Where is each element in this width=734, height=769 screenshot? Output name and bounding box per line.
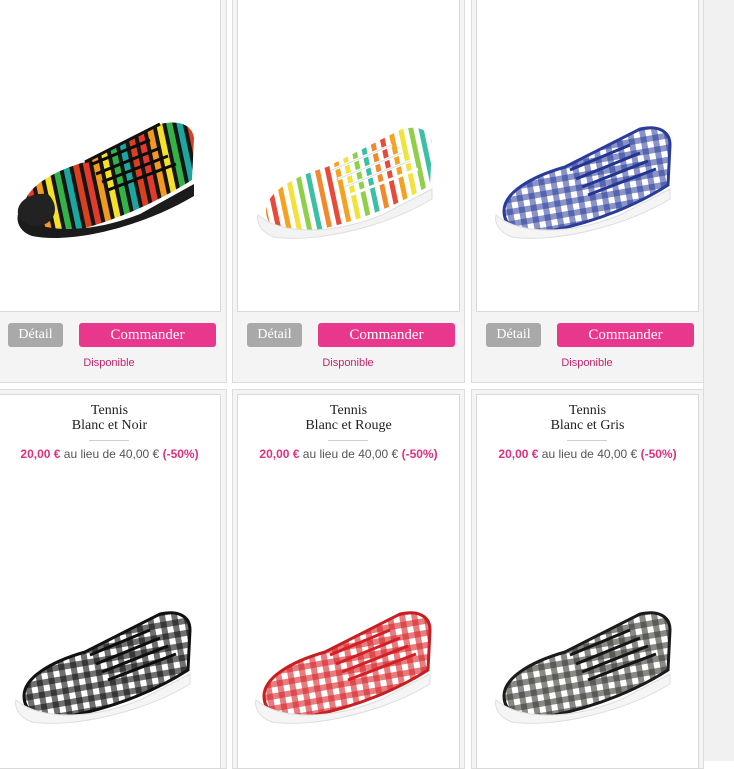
pastel-stripe-sneaker[interactable] (252, 115, 442, 245)
price-line: 20,00 € au lieu de 40,00 € (-50%) (0, 447, 221, 461)
gray-gingham-sneaker[interactable] (490, 600, 680, 730)
detail-button[interactable]: Détail (486, 323, 541, 347)
instead-of-label: au lieu de (302, 447, 355, 461)
product-name: Tennis (329, 403, 368, 418)
availability-status: Disponible (322, 357, 374, 369)
product-variant: Blanc et Rouge (305, 418, 392, 433)
product-title: Tennis Blanc et Noir (0, 403, 221, 433)
blue-gingham-sneaker[interactable] (490, 115, 680, 245)
product-title: Tennis Blanc et Gris (476, 403, 699, 433)
black-gingham-sneaker[interactable] (10, 600, 200, 730)
availability-status: Disponible (83, 357, 135, 369)
instead-of-label: au lieu de (63, 447, 116, 461)
price-line: 20,00 € au lieu de 40,00 € (-50%) (476, 447, 699, 461)
title-divider (328, 440, 368, 441)
product-variant: Blanc et Gris (550, 418, 625, 433)
discount-badge: (-50%) (162, 447, 199, 461)
title-divider (567, 440, 607, 441)
discount-badge: (-50%) (640, 447, 677, 461)
product-variant: Blanc et Noir (71, 418, 148, 433)
detail-button[interactable]: Détail (247, 323, 302, 347)
sale-price: 20,00 € (259, 447, 300, 461)
sale-price: 20,00 € (20, 447, 61, 461)
detail-button[interactable]: Détail (8, 323, 63, 347)
order-button[interactable]: Commander (557, 323, 694, 347)
rainbow-stripe-sneaker[interactable] (10, 110, 200, 245)
red-gingham-sneaker[interactable] (250, 600, 440, 730)
old-price: 40,00 € (597, 447, 638, 461)
product-title: Tennis Blanc et Rouge (237, 403, 460, 433)
order-button[interactable]: Commander (79, 323, 216, 347)
order-button[interactable]: Commander (318, 323, 455, 347)
instead-of-label: au lieu de (541, 447, 594, 461)
old-price: 40,00 € (119, 447, 160, 461)
availability-status: Disponible (561, 357, 613, 369)
old-price: 40,00 € (358, 447, 399, 461)
title-divider (89, 440, 129, 441)
product-name: Tennis (568, 403, 607, 418)
discount-badge: (-50%) (401, 447, 438, 461)
price-line: 20,00 € au lieu de 40,00 € (-50%) (237, 447, 460, 461)
product-name: Tennis (90, 403, 129, 418)
page-gutter (703, 0, 734, 761)
sale-price: 20,00 € (498, 447, 539, 461)
